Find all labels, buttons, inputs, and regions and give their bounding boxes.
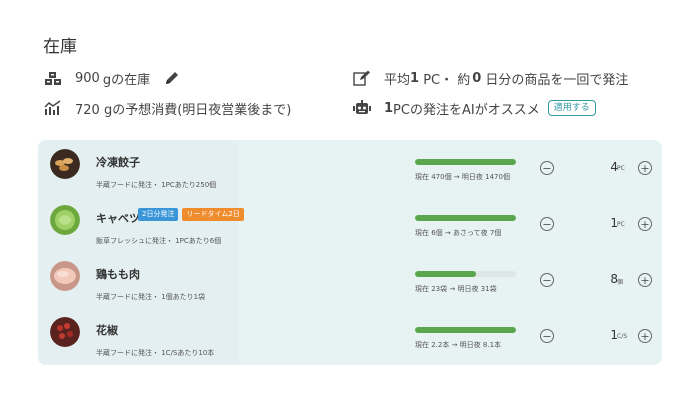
tag-lead-time: リードタイム2日: [182, 208, 244, 221]
decrement-button[interactable]: −: [540, 161, 554, 175]
stock-forecast-text: 現在 470個 → 明日夜 1470個: [415, 173, 510, 181]
average-pc: 1: [410, 70, 420, 86]
product-image: [50, 261, 80, 291]
tag-two-day-order: 2日分発注: [138, 208, 179, 221]
stock-progress-bar: [415, 327, 516, 333]
decrement-button[interactable]: −: [540, 273, 554, 287]
increment-button[interactable]: +: [638, 161, 652, 175]
product-desc: 半蔵フードに発注・ 1個あたり1袋: [96, 293, 206, 301]
quantity-value: 8: [610, 272, 618, 286]
increment-button[interactable]: +: [638, 217, 652, 231]
product-name: 鶏もも肉: [96, 268, 140, 281]
product-name: 冷凍餃子: [96, 156, 140, 169]
increment-button[interactable]: +: [638, 273, 652, 287]
apply-button[interactable]: 適用する: [547, 100, 596, 116]
product-desc: 飯草フレッシュに発注・ 1PCあたり6個: [96, 237, 222, 245]
stock-label: gの在庫: [102, 72, 151, 88]
product-image: [50, 317, 80, 347]
edit-icon: [352, 68, 372, 88]
robot-icon: [352, 98, 372, 118]
average-stat: 平均 1 PC・ 約 0 日分の商品を一回で発注: [352, 68, 628, 88]
quantity-value: 1: [610, 216, 618, 230]
pencil-icon[interactable]: [162, 68, 182, 88]
stock-progress-bar: [415, 215, 516, 221]
product-desc: 半蔵フードに発注・ 1C/Sあたり10本: [96, 349, 215, 357]
average-days: 0: [472, 70, 482, 86]
product-desc: 半蔵フードに発注・ 1PCあたり250個: [96, 181, 217, 189]
stock-forecast-text: 現在 23袋 → 明日夜 31袋: [415, 285, 497, 293]
quantity-unit: PC: [617, 221, 625, 228]
chart-icon: [43, 98, 63, 118]
product-list: 冷凍餃子 半蔵フードに発注・ 1PCあたり250個 現在 470個 → 明日夜 …: [38, 140, 662, 365]
decrement-button[interactable]: −: [540, 217, 554, 231]
quantity-unit: C/S: [617, 333, 628, 340]
product-name: キャベツ: [96, 212, 140, 225]
stock-progress-bar: [415, 159, 516, 165]
quantity-unit: 個: [617, 279, 624, 286]
decrement-button[interactable]: −: [540, 329, 554, 343]
quantity-unit: PC: [617, 165, 625, 172]
list-item: 冷凍餃子 半蔵フードに発注・ 1PCあたり250個 現在 470個 → 明日夜 …: [38, 140, 662, 196]
average-mid: PC・ 約: [419, 72, 471, 88]
quantity-value: 4: [610, 160, 618, 174]
stock-stat: 900 gの在庫: [43, 68, 182, 88]
list-item: 花椒 半蔵フードに発注・ 1C/Sあたり10本 現在 2.2本 → 明日夜 8.…: [38, 308, 662, 364]
boxes-icon: [43, 68, 63, 88]
stock-forecast-text: 現在 2.2本 → 明日夜 8.1本: [415, 341, 502, 349]
stock-forecast-text: 現在 6個 → あさって夜 7個: [415, 229, 502, 237]
product-image: [50, 205, 80, 235]
quantity-value: 1: [610, 328, 618, 342]
product-name: 花椒: [96, 324, 118, 337]
list-item: キャベツ 2日分発注 リードタイム2日 飯草フレッシュに発注・ 1PCあたり6個…: [38, 196, 662, 252]
product-tags: 2日分発注 リードタイム2日: [138, 208, 248, 221]
forecast-stat: 720 gの予想消費(明日夜営業後まで): [43, 98, 291, 118]
ai-stat: 1 PCの発注をAIがオススメ 適用する: [352, 98, 596, 118]
ai-prefix: 1: [384, 100, 394, 116]
average-prefix: 平均: [384, 72, 411, 88]
page-title: 在庫: [43, 37, 77, 57]
ai-text: PCの発注をAIがオススメ: [393, 102, 540, 118]
forecast-text: 720 gの予想消費(明日夜営業後まで): [75, 102, 292, 118]
increment-button[interactable]: +: [638, 329, 652, 343]
product-image: [50, 149, 80, 179]
stock-amount: 900: [75, 70, 100, 86]
list-item: 鶏もも肉 半蔵フードに発注・ 1個あたり1袋 現在 23袋 → 明日夜 31袋 …: [38, 252, 662, 308]
average-suffix: 日分の商品を一回で発注: [481, 72, 629, 88]
stock-progress-bar: [415, 271, 516, 277]
